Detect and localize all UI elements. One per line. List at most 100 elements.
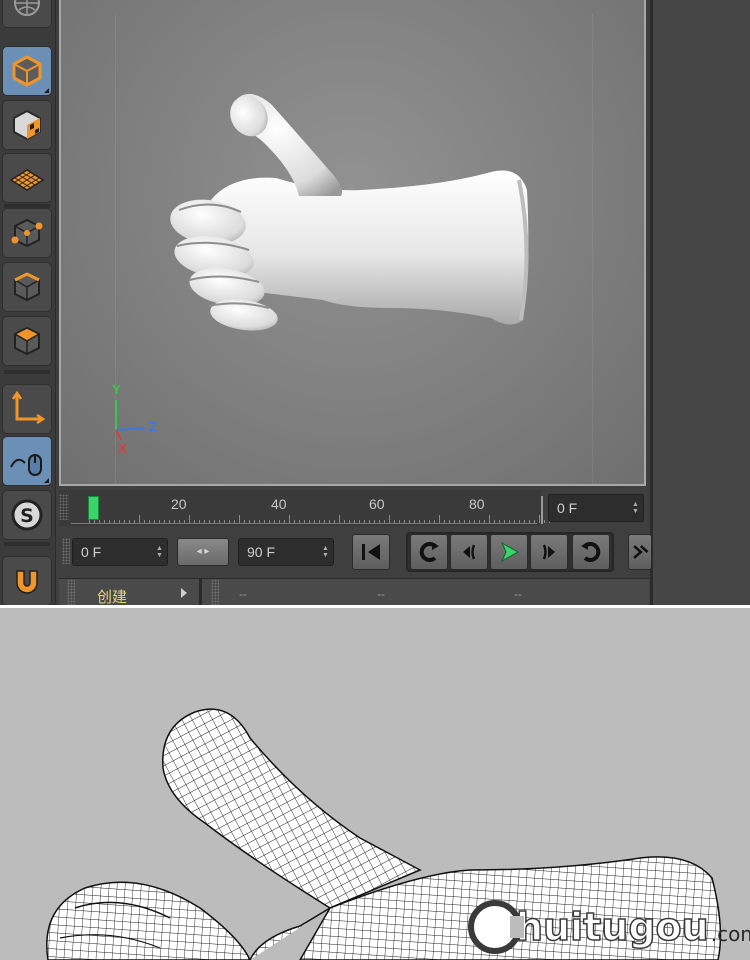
timeline-label-20: 20 bbox=[171, 496, 187, 512]
attributes-panel bbox=[650, 0, 750, 605]
thumbs-up-hand-model[interactable] bbox=[61, 0, 646, 486]
timeline-tick bbox=[469, 520, 470, 523]
snap-icon[interactable]: S bbox=[2, 490, 52, 540]
y-axis-label: Y bbox=[112, 382, 121, 397]
timeline-tick bbox=[169, 520, 170, 523]
watermark-logo: huitugou .com bbox=[468, 898, 750, 956]
previous-frame-button[interactable] bbox=[450, 534, 488, 570]
timeline-tick bbox=[279, 520, 280, 523]
submenu-arrow-icon[interactable] bbox=[181, 588, 187, 598]
timeline-tick bbox=[374, 520, 375, 523]
workplane-icon[interactable] bbox=[2, 153, 52, 203]
timeline-tick bbox=[254, 520, 255, 523]
timeline-tick bbox=[399, 520, 400, 523]
timeline-tick bbox=[354, 520, 355, 523]
timeline-tick bbox=[334, 520, 335, 523]
timeline-tick bbox=[544, 520, 545, 523]
coord-dash: -- bbox=[514, 587, 522, 601]
timeline-ruler[interactable]: 0 20 40 60 80 bbox=[71, 492, 550, 524]
timeline-tick bbox=[124, 520, 125, 523]
next-key-button[interactable] bbox=[572, 534, 610, 570]
step-back-icon bbox=[463, 544, 476, 560]
timeline-tick bbox=[204, 520, 205, 523]
model-mode-icon[interactable] bbox=[2, 46, 52, 96]
timeline-label-40: 40 bbox=[271, 496, 287, 512]
timeline-tick bbox=[159, 520, 160, 523]
stepper-icon[interactable]: ▲ ▼ bbox=[632, 501, 639, 515]
timeline-tick bbox=[289, 515, 290, 523]
timeline-tick bbox=[309, 520, 310, 523]
timeline-label-80: 80 bbox=[469, 496, 485, 512]
texture-mode-icon[interactable] bbox=[2, 100, 52, 150]
x-axis-label: X bbox=[118, 441, 127, 456]
timeline-tick bbox=[179, 520, 180, 523]
points-mode-icon[interactable] bbox=[2, 208, 52, 258]
next-frame-button[interactable] bbox=[530, 534, 568, 570]
timeline-tick bbox=[119, 520, 120, 523]
timeline-tick bbox=[344, 520, 345, 523]
current-frame-field[interactable]: 0 F ▲ ▼ bbox=[548, 494, 644, 522]
playhead[interactable] bbox=[88, 496, 99, 520]
watermark-suffix: .com bbox=[710, 922, 750, 946]
play-forward-button[interactable] bbox=[490, 534, 528, 570]
step-forward-icon bbox=[542, 544, 555, 560]
timeline-grip[interactable] bbox=[59, 494, 69, 520]
timeline-tick bbox=[294, 520, 295, 523]
x-axis-line bbox=[115, 429, 122, 441]
coord-dash: -- bbox=[239, 587, 247, 601]
timeline-tick bbox=[199, 520, 200, 523]
timeline-tick bbox=[284, 520, 285, 523]
stepper-icon[interactable]: ▲ ▼ bbox=[156, 545, 163, 559]
magnet-icon[interactable] bbox=[2, 556, 52, 605]
go-to-end-button[interactable] bbox=[628, 534, 652, 570]
3d-viewport[interactable]: Y Z X bbox=[59, 0, 646, 486]
axis-icon[interactable] bbox=[2, 384, 52, 434]
timeline-tick bbox=[444, 520, 445, 523]
polygons-mode-icon[interactable] bbox=[2, 316, 52, 366]
timeline-tick bbox=[139, 515, 140, 523]
timeline-tick bbox=[384, 520, 385, 523]
timeline-tick bbox=[99, 520, 100, 523]
transport-grip[interactable] bbox=[62, 538, 70, 564]
logo-ring-icon bbox=[468, 900, 524, 954]
timeline-tick bbox=[324, 520, 325, 523]
timeline-tick bbox=[144, 520, 145, 523]
cinema4d-window: S Y Z X 20 40 60 80 0 F ▲ ▼ 0 F ▲ ▼ ◂ ▸ … bbox=[0, 0, 750, 605]
bar-grip[interactable] bbox=[67, 579, 75, 605]
timeline-tick bbox=[234, 520, 235, 523]
timeline-tick bbox=[434, 520, 435, 523]
timeline-tick bbox=[164, 520, 165, 523]
end-frame-value: 90 F bbox=[247, 544, 276, 560]
timeline-tick bbox=[414, 520, 415, 523]
bar-grip[interactable] bbox=[211, 579, 219, 605]
watermark-text: huitugou bbox=[515, 904, 709, 950]
tweak-mouse-icon[interactable] bbox=[2, 436, 52, 486]
play-icon bbox=[500, 541, 520, 563]
timeline-tick bbox=[194, 520, 195, 523]
start-frame-field[interactable]: 0 F ▲ ▼ bbox=[72, 538, 168, 566]
timeline-tick bbox=[184, 520, 185, 523]
timeline-tick bbox=[474, 520, 475, 523]
timeline-tick bbox=[514, 520, 515, 523]
timeline-tick bbox=[364, 520, 365, 523]
timeline-end-marker bbox=[541, 496, 543, 524]
timeline-tick bbox=[229, 520, 230, 523]
stepper-icon[interactable]: ▲ ▼ bbox=[322, 545, 329, 559]
previous-key-button[interactable] bbox=[410, 534, 448, 570]
scrub-slider[interactable]: ◂ ▸ bbox=[177, 538, 229, 566]
create-menu[interactable]: 创建 bbox=[97, 586, 127, 605]
timeline-tick bbox=[314, 520, 315, 523]
left-toolbar: S bbox=[0, 0, 56, 605]
timeline-tick bbox=[299, 520, 300, 523]
timeline-tick bbox=[479, 520, 480, 523]
end-frame-field[interactable]: 90 F ▲ ▼ bbox=[238, 538, 334, 566]
timeline-tick bbox=[439, 515, 440, 523]
edges-mode-icon[interactable] bbox=[2, 262, 52, 312]
timeline-tick bbox=[484, 520, 485, 523]
globe-icon[interactable] bbox=[2, 0, 52, 28]
timeline-tick bbox=[449, 520, 450, 523]
go-to-start-button[interactable] bbox=[352, 534, 390, 570]
timeline-tick bbox=[94, 520, 95, 523]
timeline-tick bbox=[154, 520, 155, 523]
timeline[interactable]: 0 20 40 60 80 bbox=[59, 490, 550, 526]
